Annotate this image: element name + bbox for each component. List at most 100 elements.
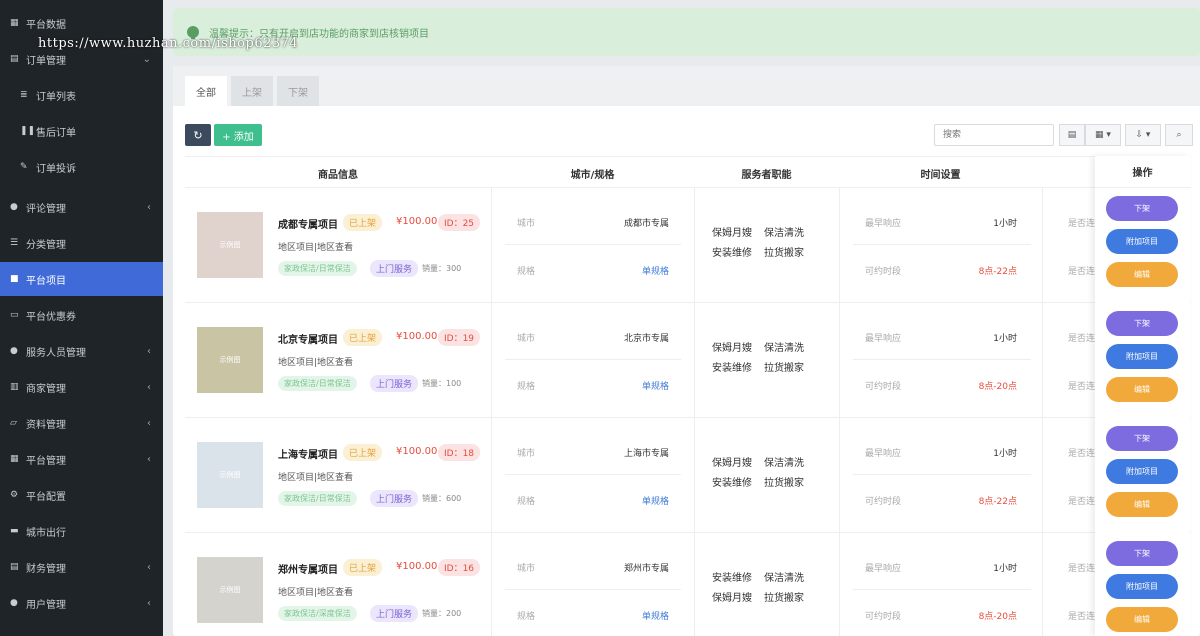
truncated-label: 是否连 — [1068, 449, 1096, 459]
column-divider — [839, 533, 840, 636]
bar-chart-icon: ▦ — [10, 18, 19, 28]
status-badge: 已上架 — [343, 214, 383, 231]
spec-label: 规格 — [517, 382, 536, 392]
duty-item: 安装维修 — [712, 573, 752, 584]
earliest-response-value: 1小时 — [993, 334, 1017, 344]
tab-all[interactable]: 全部 — [185, 76, 227, 106]
product-price: ¥100.00 — [396, 216, 438, 227]
sidebar-item-3[interactable]: ❚❚ 售后订单 — [0, 114, 163, 148]
divider — [505, 474, 681, 475]
export-button[interactable]: ⇩ ▾ — [1125, 124, 1161, 146]
sidebar-item-9[interactable]: ● 服务人员管理 ‹ — [0, 334, 163, 368]
sidebar-item-14[interactable]: ▬ 城市出行 — [0, 514, 163, 548]
sidebar-item-11[interactable]: ▱ 资料管理 ‹ — [0, 406, 163, 440]
divider — [505, 359, 681, 360]
table-row: 示例图 北京专属项目 已上架 ¥100.00 ID：19 地区项目|地区查看 家政保洁/日常… — [185, 303, 1191, 418]
sidebar-item-label: 用户管理 — [26, 599, 66, 611]
truncated-label: 是否连 — [1068, 382, 1096, 392]
addon-project-button[interactable]: 附加项目 — [1106, 574, 1178, 599]
product-thumbnail: 示例图 — [197, 442, 263, 508]
refresh-button[interactable]: ↻ — [185, 124, 211, 146]
column-divider — [839, 303, 840, 418]
bookable-slot-label: 可约时段 — [865, 497, 902, 507]
edit-button[interactable]: 编辑 — [1106, 607, 1178, 632]
duty-item: 拉货搬家 — [764, 248, 804, 259]
duty-item: 安装维修 — [712, 363, 752, 374]
edit-button[interactable]: 编辑 — [1106, 492, 1178, 517]
truncated-label: 是否连 — [1068, 497, 1096, 507]
chevron-icon: ‹ — [147, 381, 151, 393]
status-badge: 已上架 — [343, 444, 383, 461]
hammer-icon: ✎ — [20, 162, 28, 172]
chevron-icon: ‹ — [147, 345, 151, 357]
product-id-badge: ID：25 — [438, 214, 481, 231]
folder-icon: ▱ — [10, 418, 17, 428]
edit-button[interactable]: 编辑 — [1106, 377, 1178, 402]
columns-button[interactable]: ▦ ▾ — [1085, 124, 1121, 146]
table-row: 示例图 郑州专属项目 已上架 ¥100.00 ID：16 地区项目|地区查看 家政保洁/深度… — [185, 533, 1191, 636]
bookable-slot-value: 8点-20点 — [978, 382, 1017, 392]
sidebar-item-6[interactable]: ☰ 分类管理 — [0, 226, 163, 260]
column-divider — [491, 533, 492, 636]
delist-button[interactable]: 下架 — [1106, 311, 1178, 336]
sidebar-item-5[interactable]: ● 评论管理 ‹ — [0, 190, 163, 224]
table-row: 示例图 成都专属项目 已上架 ¥100.00 ID：25 地区项目|地区查看 家政保洁/日常… — [185, 188, 1191, 303]
product-id-badge: ID：16 — [438, 559, 481, 576]
sidebar-item-12[interactable]: ▦ 平台管理 ‹ — [0, 442, 163, 476]
sidebar-item-0[interactable]: ▦ 平台数据 — [0, 6, 163, 40]
cogs-icon: ⚙ — [10, 490, 19, 500]
table-view-button[interactable]: ▤ — [1059, 124, 1085, 146]
spec-value[interactable]: 单规格 — [585, 379, 669, 392]
col-operations: 操作 — [1095, 156, 1190, 188]
tab-on-shelf[interactable]: 上架 — [231, 76, 273, 106]
user-circle-icon: ● — [10, 598, 18, 608]
city-value: 北京市专属 — [623, 334, 669, 344]
delist-button[interactable]: 下架 — [1106, 196, 1178, 221]
delist-button[interactable]: 下架 — [1106, 426, 1178, 451]
sidebar-item-15[interactable]: ▤ 财务管理 ‹ — [0, 550, 163, 584]
spec-value[interactable]: 单规格 — [585, 494, 669, 507]
column-divider — [1042, 188, 1043, 303]
advanced-search-button[interactable]: ⌕ — [1165, 124, 1193, 146]
product-thumbnail: 示例图 — [197, 557, 263, 623]
product-area: 地区项目|地区查看 — [278, 243, 354, 253]
sidebar-item-label: 商家管理 — [26, 383, 66, 395]
sidebar-item-10[interactable]: ▥ 商家管理 ‹ — [0, 370, 163, 404]
sidebar-item-2[interactable]: ≣ 订单列表 — [0, 78, 163, 112]
duty-item: 保姆月嫂 — [712, 593, 752, 604]
ticket-icon: ▭ — [10, 310, 19, 320]
add-button[interactable]: + 添加 — [214, 124, 262, 146]
spec-value[interactable]: 单规格 — [585, 264, 669, 277]
edit-button[interactable]: 编辑 — [1106, 262, 1178, 287]
sidebar-item-4[interactable]: ✎ 订单投诉 — [0, 150, 163, 184]
divider — [853, 359, 1031, 360]
sidebar-item-16[interactable]: ● 用户管理 ‹ — [0, 586, 163, 620]
project-table-card: 全部 上架 下架 ↻ + 添加 ▤ ▦ ▾ ⇩ ▾ ⌕ 商品信息 城市/规格 服… — [173, 66, 1200, 636]
earliest-response-label: 最早响应 — [865, 219, 902, 229]
addon-project-button[interactable]: 附加项目 — [1106, 344, 1178, 369]
product-name: 上海专属项目 — [278, 450, 338, 461]
column-divider — [491, 303, 492, 418]
duty-item: 保姆月嫂 — [712, 228, 752, 239]
addon-project-button[interactable]: 附加项目 — [1106, 229, 1178, 254]
duty-item: 保姆月嫂 — [712, 458, 752, 469]
sidebar-item-13[interactable]: ⚙ 平台配置 — [0, 478, 163, 512]
shopping-bag-icon: ■ — [10, 274, 19, 284]
tab-off-shelf[interactable]: 下架 — [277, 76, 319, 106]
search-input[interactable] — [934, 124, 1054, 146]
spec-value[interactable]: 单规格 — [585, 609, 669, 622]
sidebar-item-7[interactable]: ■ 平台项目 — [0, 262, 163, 296]
chevron-icon: ‹ — [147, 453, 151, 465]
divider — [853, 474, 1031, 475]
duty-item: 拉货搬家 — [764, 363, 804, 374]
bookable-slot-value: 8点-20点 — [978, 612, 1017, 622]
service-tag: 上门服务 — [370, 490, 419, 507]
chevron-icon: ⌄ — [142, 53, 151, 65]
delist-button[interactable]: 下架 — [1106, 541, 1178, 566]
column-divider — [839, 418, 840, 533]
column-divider — [1042, 303, 1043, 418]
sidebar-item-8[interactable]: ▭ 平台优惠券 — [0, 298, 163, 332]
sidebar-item-label: 订单投诉 — [36, 163, 76, 175]
service-tag: 上门服务 — [370, 260, 419, 277]
addon-project-button[interactable]: 附加项目 — [1106, 459, 1178, 484]
